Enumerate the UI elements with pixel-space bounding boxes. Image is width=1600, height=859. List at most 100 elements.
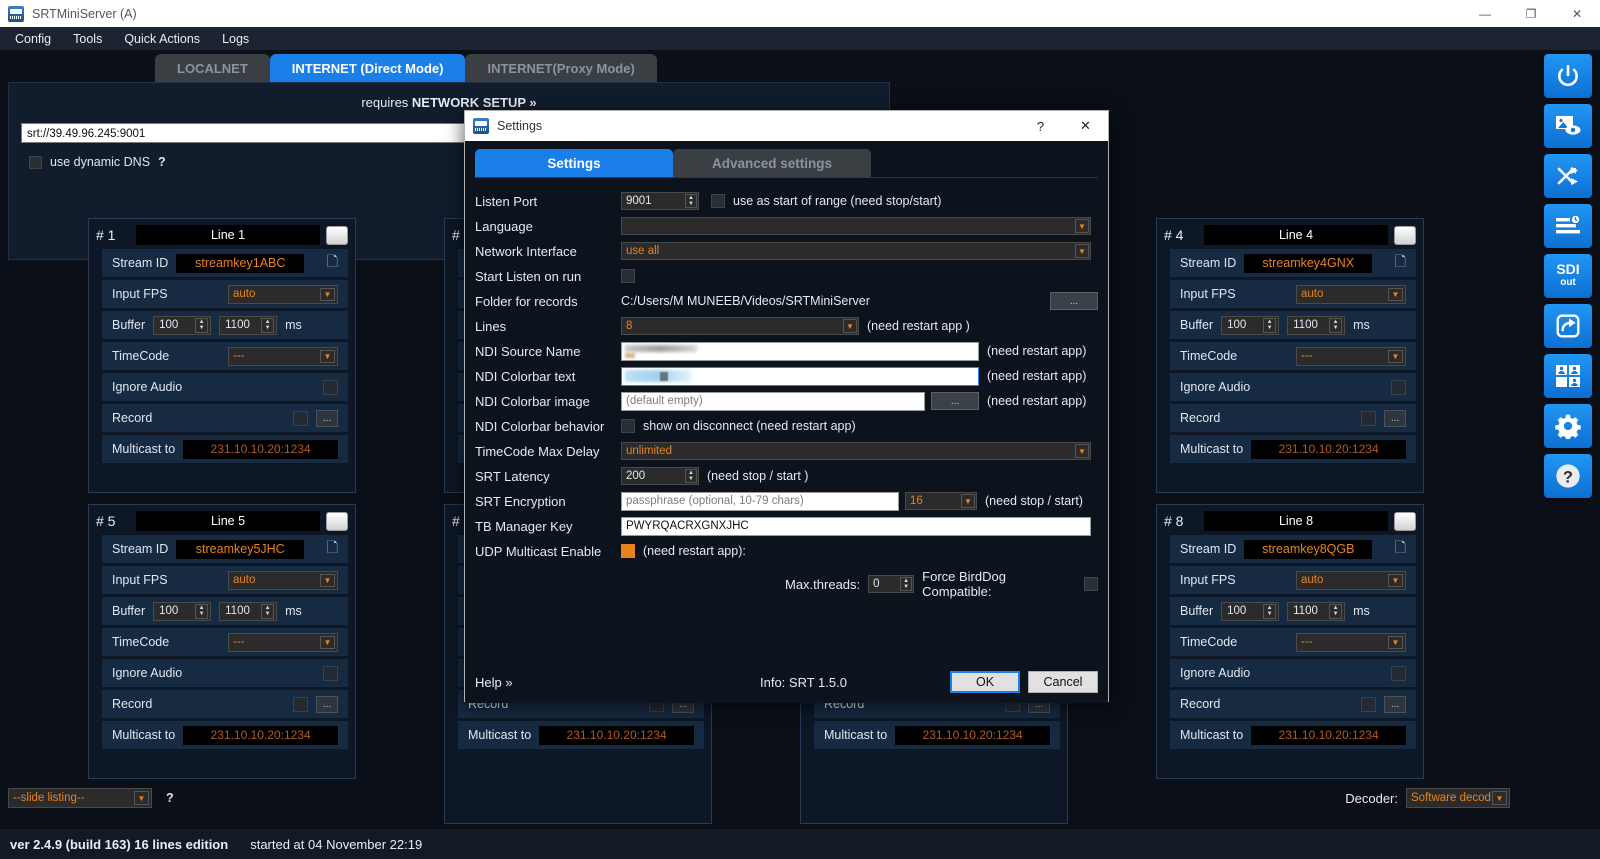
timecode-max-delay-combo[interactable]: unlimited ▼ (621, 442, 1091, 460)
stream-id-value[interactable]: streamkey1ABC (176, 253, 305, 273)
spinner-arrows-icon[interactable]: ▲ ▼ (685, 194, 697, 208)
multicast-value[interactable]: 231.10.10.20:1234 (895, 725, 1050, 745)
chevron-down-icon[interactable]: ▼ (843, 319, 857, 333)
tab-advanced-settings[interactable]: Advanced settings (673, 149, 871, 177)
input-fps-combo[interactable]: auto ▼ (228, 284, 338, 304)
record-checkbox[interactable] (293, 410, 308, 426)
sidebar-button-power[interactable] (1544, 54, 1592, 98)
menu-config[interactable]: Config (6, 29, 60, 49)
record-checkbox[interactable] (293, 696, 308, 712)
stream-id-value[interactable]: streamkey4GNX (1244, 253, 1373, 273)
ndi-colorbar-text-input[interactable] (621, 366, 979, 386)
chevron-down-icon[interactable]: ▼ (1388, 287, 1403, 301)
record-browse-button[interactable]: ... (316, 409, 338, 427)
ignore-audio-checkbox[interactable] (323, 665, 338, 681)
max-threads-spin[interactable]: 0 ▲ ▼ (868, 575, 915, 593)
maximize-button[interactable]: ❐ (1508, 0, 1554, 27)
chevron-down-icon[interactable]: ▼ (1075, 244, 1089, 258)
minimize-button[interactable]: — (1462, 0, 1508, 27)
decoder-combo[interactable]: Software decod ▼ (1406, 788, 1510, 808)
sidebar-button-sdi-out[interactable]: SDI out (1544, 254, 1592, 298)
input-fps-combo[interactable]: auto ▼ (228, 570, 338, 590)
spinner-arrows-icon[interactable]: ▲ ▼ (1329, 603, 1343, 619)
multicast-value[interactable]: 231.10.10.20:1234 (1251, 725, 1406, 745)
spinner-arrows-icon[interactable]: ▲ ▼ (1263, 603, 1277, 619)
sidebar-button-preview[interactable] (1544, 104, 1592, 148)
timecode-combo[interactable]: --- ▼ (228, 632, 338, 652)
dialog-help-button[interactable]: ? (1018, 111, 1063, 141)
listen-port-range-checkbox[interactable] (711, 194, 725, 208)
start-listen-checkbox[interactable] (621, 269, 635, 283)
multicast-value[interactable]: 231.10.10.20:1234 (539, 725, 694, 745)
chevron-down-icon[interactable]: ▼ (1388, 573, 1403, 587)
buffer-min-spin[interactable]: 100 ▲ ▼ (1221, 601, 1280, 621)
record-browse-button[interactable]: ... (1384, 695, 1406, 713)
menu-tools[interactable]: Tools (64, 29, 111, 49)
spinner-arrows-icon[interactable]: ▲ ▼ (261, 317, 275, 333)
copy-icon[interactable]: 🗋 (1395, 537, 1406, 561)
dialog-close-button[interactable]: ✕ (1063, 111, 1108, 141)
buffer-max-spin[interactable]: 1100 ▲ ▼ (219, 315, 278, 335)
sidebar-button-share[interactable] (1544, 304, 1592, 348)
spinner-arrows-icon[interactable]: ▲ ▼ (900, 577, 913, 591)
input-fps-combo[interactable]: auto ▼ (1296, 284, 1406, 304)
ndi-source-name-input[interactable] (621, 341, 979, 361)
chevron-down-icon[interactable]: ▼ (320, 573, 335, 587)
sidebar-button-help[interactable]: ? (1544, 454, 1592, 498)
spinner-arrows-icon[interactable]: ▲ ▼ (195, 317, 209, 333)
ignore-audio-checkbox[interactable] (1391, 665, 1406, 681)
force-birddog-checkbox[interactable] (1084, 577, 1098, 591)
chevron-down-icon[interactable]: ▼ (1075, 444, 1089, 458)
copy-icon[interactable]: 🗋 (327, 251, 338, 275)
record-browse-button[interactable]: ... (316, 695, 338, 713)
tab-internet-proxy[interactable]: INTERNET(Proxy Mode) (465, 54, 657, 82)
dynamic-dns-help-icon[interactable]: ? (158, 155, 166, 169)
network-setup-link[interactable]: NETWORK SETUP » (412, 95, 537, 110)
record-browse-button[interactable]: ... (1384, 409, 1406, 427)
line-enable-toggle[interactable] (326, 225, 348, 245)
spinner-arrows-icon[interactable]: ▲ ▼ (261, 603, 275, 619)
slide-listing-combo[interactable]: --slide listing-- ▼ (8, 788, 152, 808)
tab-localnet[interactable]: LOCALNET (155, 54, 270, 82)
buffer-min-spin[interactable]: 100 ▲ ▼ (153, 315, 212, 335)
ignore-audio-checkbox[interactable] (1391, 379, 1406, 395)
ndi-colorbar-image-browse-button[interactable]: ... (931, 392, 979, 410)
menu-quick-actions[interactable]: Quick Actions (115, 29, 209, 49)
line-enable-toggle[interactable] (326, 511, 348, 531)
network-interface-combo[interactable]: use all ▼ (621, 242, 1091, 260)
srt-latency-spin[interactable]: 200 ▲ ▼ (621, 467, 699, 485)
dialog-help-link[interactable]: Help » (475, 675, 513, 690)
line-enable-toggle[interactable] (1394, 225, 1416, 245)
buffer-min-spin[interactable]: 100 ▲ ▼ (153, 601, 212, 621)
tab-internet-direct[interactable]: INTERNET (Direct Mode) (269, 54, 466, 82)
tb-manager-key-input[interactable]: PWYRQACRXGNXJHC (621, 516, 1091, 536)
chevron-down-icon[interactable]: ▼ (134, 791, 149, 805)
line-name-input[interactable]: Line 1 (136, 225, 320, 245)
input-fps-combo[interactable]: auto ▼ (1296, 570, 1406, 590)
timecode-combo[interactable]: --- ▼ (1296, 632, 1406, 652)
listen-port-spin[interactable]: 9001 ▲ ▼ (621, 192, 699, 210)
slide-listing-help-icon[interactable]: ? (166, 791, 174, 805)
timecode-combo[interactable]: --- ▼ (228, 346, 338, 366)
record-checkbox[interactable] (1361, 410, 1376, 426)
multicast-value[interactable]: 231.10.10.20:1234 (1251, 439, 1406, 459)
line-name-input[interactable]: Line 5 (136, 511, 320, 531)
udp-multicast-checkbox[interactable] (621, 544, 635, 558)
srt-encryption-passphrase-input[interactable]: passphrase (optional, 10-79 chars) (621, 491, 899, 511)
chevron-down-icon[interactable]: ▼ (320, 287, 335, 301)
language-combo[interactable]: ▼ (621, 217, 1091, 235)
sidebar-button-schedule[interactable] (1544, 204, 1592, 248)
stream-id-value[interactable]: streamkey5JHC (176, 539, 305, 559)
chevron-down-icon[interactable]: ▼ (961, 494, 975, 508)
close-button[interactable]: ✕ (1554, 0, 1600, 27)
record-checkbox[interactable] (1361, 696, 1376, 712)
tab-settings[interactable]: Settings (475, 149, 673, 177)
ndi-colorbar-behavior-checkbox[interactable] (621, 419, 635, 433)
line-name-input[interactable]: Line 8 (1204, 511, 1388, 531)
chevron-down-icon[interactable]: ▼ (1492, 791, 1507, 805)
chevron-down-icon[interactable]: ▼ (320, 635, 335, 649)
sidebar-button-multiview[interactable] (1544, 354, 1592, 398)
buffer-max-spin[interactable]: 1100 ▲ ▼ (1287, 315, 1346, 335)
spinner-arrows-icon[interactable]: ▲ ▼ (1263, 317, 1277, 333)
buffer-max-spin[interactable]: 1100 ▲ ▼ (1287, 601, 1346, 621)
